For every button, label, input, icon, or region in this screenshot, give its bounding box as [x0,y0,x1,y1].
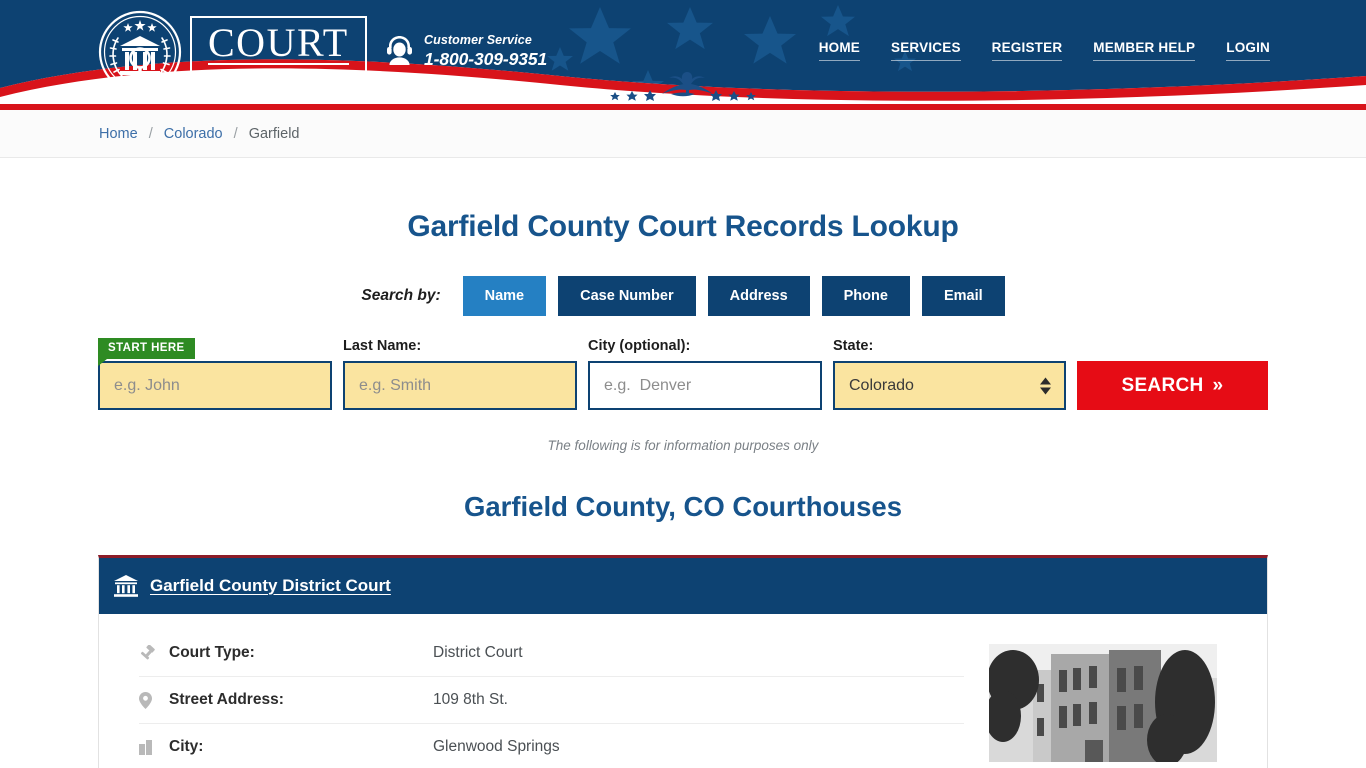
search-by-label: Search by: [361,287,441,304]
courthouse-detail-list: Court Type: District Court Street Addres… [99,630,964,768]
city-label: City (optional): [588,338,691,354]
row-value: District Court [433,644,523,661]
page-content: Garfield County Court Records Lookup Sea… [0,158,1366,768]
site-header: COURT CASE FINDER Customer Service 1-800… [0,0,1366,104]
first-name-input[interactable] [98,361,332,410]
row-value: 109 8th St. [433,691,508,708]
courthouse-title-link[interactable]: Garfield County District Court [150,576,391,596]
courthouse-card-body: Court Type: District Court Street Addres… [99,614,1267,768]
row-label: Court Type: [169,644,255,661]
select-stepper-icon [1039,377,1051,394]
disclaimer-text: The following is for information purpose… [547,438,819,453]
city-icon [139,739,169,755]
last-name-label: Last Name: [343,338,422,354]
search-button[interactable]: SEARCH » [1076,361,1268,410]
search-button-label: SEARCH [1121,374,1204,396]
logo-secondary-text: CASE FINDER [213,68,343,81]
start-here-badge: START HERE [98,338,195,366]
tab-email[interactable]: Email [921,276,1005,316]
gavel-icon [139,644,169,662]
breadcrumb-bar: Home / Colorado / Garfield [0,110,1366,158]
row-value: Glenwood Springs [433,738,560,755]
breadcrumb-separator: / [148,125,153,142]
search-form-row: First Name: Last Name: City (optional): … [98,338,1268,410]
courthouse-photo-wrap [964,630,1217,768]
state-select[interactable]: Colorado [833,361,1066,410]
city-field-group: City (optional): [588,338,822,410]
breadcrumb-item-colorado[interactable]: Colorado [164,126,223,142]
nav-item-login[interactable]: LOGIN [1226,40,1270,61]
customer-service-phone: 1-800-309-9351 [424,48,548,69]
state-select-value: Colorado [849,376,914,394]
section-title: Garfield County, CO Courthouses [464,491,902,522]
nav-item-register[interactable]: REGISTER [991,40,1063,61]
site-logo[interactable]: COURT CASE FINDER [98,10,367,94]
tab-case-number[interactable]: Case Number [558,276,696,316]
breadcrumb-item-home[interactable]: Home [99,126,138,142]
state-field-group: State: Colorado [833,338,1066,410]
breadcrumb-item-garfield: Garfield [248,125,300,142]
nav-item-services[interactable]: SERVICES [891,40,961,61]
logo-primary-text: COURT [208,19,349,66]
table-row: Court Type: District Court [139,630,964,677]
last-name-input[interactable] [343,361,577,410]
courthouse-card: Garfield County District Court Court Typ… [98,555,1268,768]
row-label: City: [169,738,204,755]
double-chevron-right-icon: » [1212,374,1224,396]
breadcrumb-separator: / [233,125,238,142]
map-pin-icon [139,691,169,709]
row-label: Street Address: [169,691,284,708]
headset-support-icon [387,36,412,66]
nav-item-member-help[interactable]: MEMBER HELP [1093,40,1196,61]
courthouse-bank-icon [114,575,138,597]
city-input[interactable] [588,361,822,410]
search-form: START HERE First Name: Last Name: City (… [0,338,1366,410]
table-row: Street Address: 109 8th St. [139,677,964,724]
tab-phone[interactable]: Phone [821,276,910,316]
last-name-field-group: Last Name: [343,338,577,410]
page-title: Garfield County Court Records Lookup [407,210,959,243]
search-by-tabs: Search by: Name Case Number Address Phon… [0,276,1366,316]
courthouse-photo [989,644,1217,762]
tab-address[interactable]: Address [707,276,810,316]
nav-item-home[interactable]: HOME [818,40,861,61]
main-navigation[interactable]: HOME SERVICES REGISTER MEMBER HELP LOGIN [818,40,1270,61]
breadcrumb: Home / Colorado / Garfield [99,126,300,142]
logo-text: COURT CASE FINDER [190,15,367,89]
court-emblem-icon [98,10,182,94]
tab-name[interactable]: Name [462,276,547,316]
customer-service-block: Customer Service 1-800-309-9351 [384,33,547,69]
courthouse-card-header: Garfield County District Court [99,558,1267,614]
table-row: City: Glenwood Springs [139,724,964,768]
customer-service-label: Customer Service [424,33,532,47]
state-label: State: [833,338,874,354]
